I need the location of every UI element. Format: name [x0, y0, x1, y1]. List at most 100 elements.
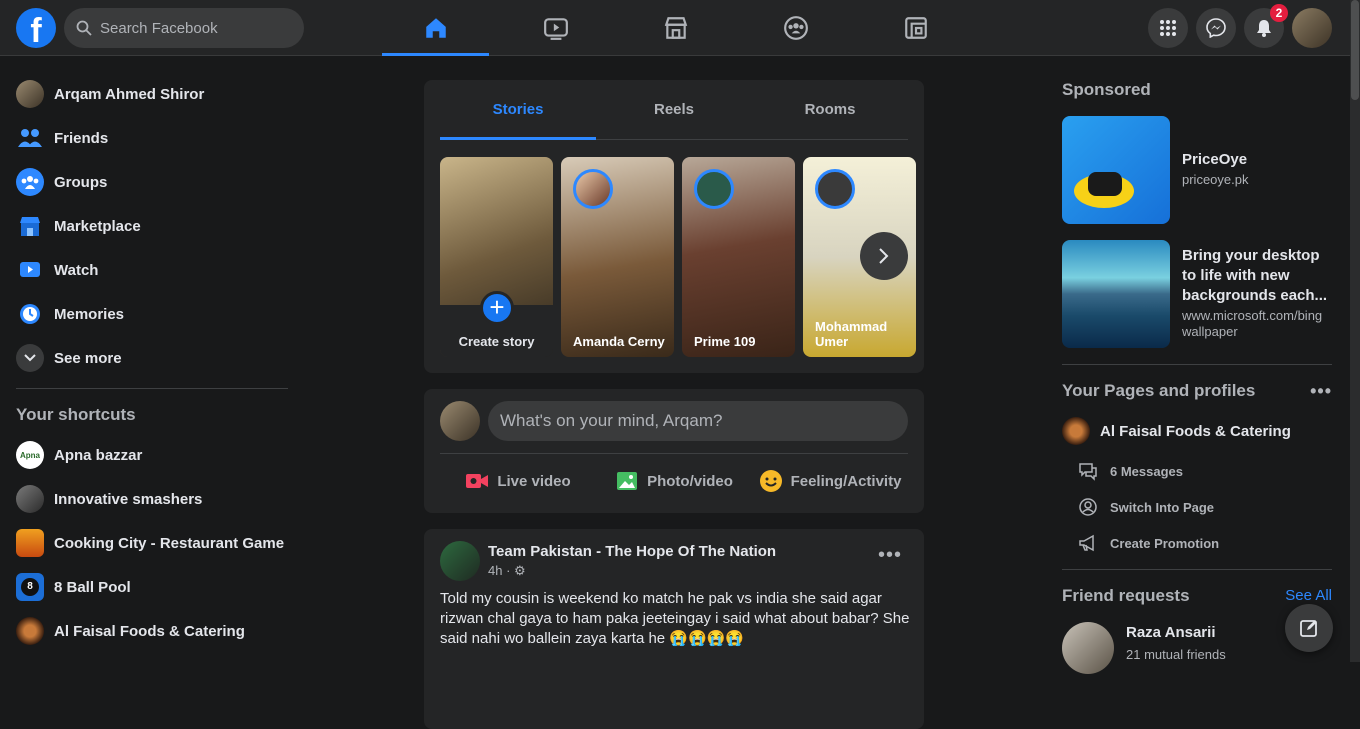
facebook-logo[interactable]: f [16, 8, 56, 48]
create-promotion-link[interactable]: Create Promotion [1054, 525, 1340, 561]
pages-options-button[interactable]: ••• [1310, 373, 1332, 409]
compose-icon [1300, 620, 1317, 637]
notifications-button[interactable]: 2 [1244, 4, 1288, 48]
post-text: Told my cousin is weekend ko match he pa… [440, 590, 910, 647]
shortcut-al-faisal-foods[interactable]: Al Faisal Foods & Catering [8, 609, 298, 653]
messenger-icon [1206, 18, 1226, 38]
composer-avatar [440, 401, 480, 441]
sidebar-divider [1062, 569, 1332, 570]
8-ball-icon: 8 [16, 573, 44, 601]
scrollbar[interactable] [1350, 0, 1360, 662]
ad-bing-wallpaper[interactable]: Bring your desktop to life with new back… [1054, 232, 1340, 356]
shortcut-label: Cooking City - Restaurant Game [54, 534, 285, 552]
smiley-icon [759, 470, 782, 492]
tab-rooms[interactable]: Rooms [752, 80, 908, 139]
photo-video-label: Photo/video [647, 472, 733, 490]
live-video-button[interactable]: Live video [440, 461, 596, 501]
story-avatar [694, 169, 734, 209]
story-avatar [573, 169, 613, 209]
shortcut-8-ball-pool[interactable]: 8 8 Ball Pool [8, 565, 298, 609]
sidebar-divider [1062, 364, 1332, 365]
photo-video-button[interactable]: Photo/video [596, 461, 752, 501]
innovative-smashers-logo [16, 485, 44, 513]
sidebar-item-memories[interactable]: Memories [8, 292, 298, 336]
post-time: 4h · [488, 563, 511, 578]
groups-icon [783, 16, 808, 40]
sidebar-label-friends: Friends [54, 129, 109, 147]
sidebar-item-profile[interactable]: Arqam Ahmed Shiror [8, 72, 298, 116]
post-author-avatar[interactable] [440, 541, 480, 581]
mutual-friends-count: 21 mutual friends [1126, 647, 1226, 662]
al-faisal-logo [1062, 417, 1090, 445]
composer-divider [440, 453, 908, 454]
tab-stories[interactable]: Stories [440, 80, 596, 140]
profile-name: Arqam Ahmed Shiror [54, 85, 205, 103]
shortcuts-heading: Your shortcuts [16, 405, 136, 424]
sidebar-divider [16, 388, 288, 389]
story-name: Amanda Cerny [573, 334, 665, 349]
scrollbar-thumb[interactable] [1351, 0, 1359, 100]
shortcut-innovative-smashers[interactable]: Innovative smashers [8, 477, 298, 521]
groups-icon [16, 168, 44, 196]
sidebar-item-groups[interactable]: Groups [8, 160, 298, 204]
sidebar-label-see-more: See more [54, 349, 122, 367]
menu-button[interactable] [1148, 8, 1188, 48]
shortcut-label: 8 Ball Pool [54, 578, 131, 596]
ad-priceoye[interactable]: PriceOye priceoye.pk [1054, 108, 1340, 232]
chevron-down-icon [16, 344, 44, 372]
story-card[interactable]: Amanda Cerny [561, 157, 674, 357]
nav-tab-gaming[interactable] [862, 0, 969, 56]
page-item-al-faisal[interactable]: Al Faisal Foods & Catering [1054, 409, 1340, 453]
nav-tab-groups[interactable] [742, 0, 849, 56]
plus-icon: + [480, 291, 514, 325]
account-avatar[interactable] [1292, 8, 1332, 48]
post-options-button[interactable]: ••• [872, 543, 908, 579]
watch-icon [16, 256, 44, 284]
shortcut-label: Innovative smashers [54, 490, 203, 508]
search-input[interactable] [100, 19, 290, 37]
sidebar-label-marketplace: Marketplace [54, 217, 141, 235]
nav-tab-watch[interactable] [502, 0, 609, 56]
shortcut-label: Apna bazzar [54, 446, 143, 464]
priceoye-ad-image [1062, 116, 1170, 224]
top-navigation-bar: f 2 [0, 0, 1350, 56]
nav-tab-home[interactable] [382, 0, 489, 56]
shortcut-apna-bazzar[interactable]: Apna Apna bazzar [8, 433, 298, 477]
story-avatar [815, 169, 855, 209]
chevron-right-icon [879, 248, 889, 264]
switch-into-page-link[interactable]: Switch Into Page [1054, 489, 1340, 525]
messages-label: 6 Messages [1110, 463, 1183, 479]
feeling-activity-button[interactable]: Feeling/Activity [752, 461, 908, 501]
home-icon [425, 18, 446, 38]
feeling-activity-label: Feeling/Activity [790, 472, 902, 490]
story-name: Prime 109 [694, 334, 756, 349]
post-timestamp: 4h · ⚙ [488, 563, 526, 579]
story-card[interactable]: Prime 109 [682, 157, 795, 357]
bell-icon [1257, 20, 1271, 37]
gear-icon: ⚙ [514, 563, 526, 578]
ad-url: priceoye.pk [1182, 172, 1249, 187]
photo-icon [617, 472, 638, 490]
page-name: Al Faisal Foods & Catering [1100, 422, 1291, 440]
switch-profile-icon [1079, 498, 1097, 516]
create-story-card[interactable]: + Create story [440, 157, 553, 357]
composer-input[interactable]: What's on your mind, Arqam? [488, 401, 908, 441]
search-box[interactable] [64, 8, 304, 48]
notification-badge: 2 [1270, 4, 1288, 22]
nav-tab-marketplace[interactable] [622, 0, 729, 56]
shortcut-cooking-city[interactable]: Cooking City - Restaurant Game [8, 521, 298, 565]
apna-bazzar-logo: Apna [16, 441, 44, 469]
marketplace-icon [664, 17, 687, 39]
sidebar-item-marketplace[interactable]: Marketplace [8, 204, 298, 248]
sidebar-item-see-more[interactable]: See more [8, 336, 298, 380]
post-author-name[interactable]: Team Pakistan - The Hope Of The Nation [488, 543, 776, 560]
friends-icon [16, 124, 44, 152]
messenger-button[interactable] [1196, 8, 1236, 48]
page-messages-link[interactable]: 6 Messages [1054, 453, 1340, 489]
sidebar-item-friends[interactable]: Friends [8, 116, 298, 160]
stories-next-button[interactable] [860, 232, 908, 280]
tab-reels[interactable]: Reels [596, 80, 752, 139]
sidebar-item-watch[interactable]: Watch [8, 248, 298, 292]
new-message-button[interactable] [1285, 604, 1333, 652]
ad-title: PriceOye [1182, 151, 1248, 168]
